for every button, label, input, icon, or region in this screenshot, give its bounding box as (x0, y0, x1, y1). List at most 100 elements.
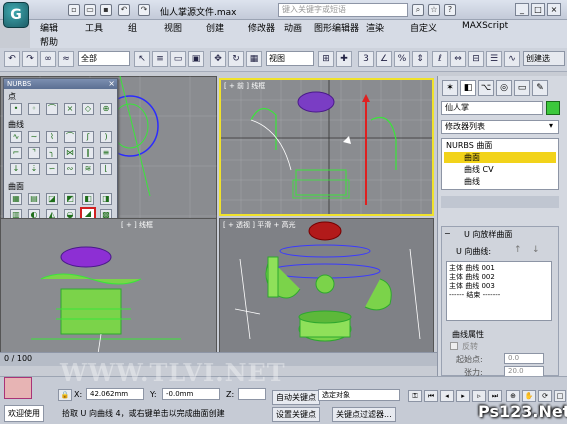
app-logo[interactable]: G (3, 2, 29, 28)
menu-create[interactable]: 创建 (206, 21, 224, 34)
prev-frame-icon[interactable]: ◂ (440, 390, 454, 402)
u-iso-curve-icon[interactable]: ∥ (82, 147, 94, 159)
undo-icon[interactable]: ↶ (4, 51, 20, 67)
percent-snap-icon[interactable]: % (394, 51, 410, 67)
curve-editor-icon[interactable]: ∿ (504, 51, 520, 67)
snap-3d-icon[interactable]: 3 (358, 51, 374, 67)
object-color-swatch[interactable] (546, 101, 560, 115)
normal-proj-curve-icon[interactable]: ↓ (10, 163, 22, 175)
surface-point-icon[interactable]: ◇ (82, 103, 94, 115)
offset-point-icon[interactable]: ◦ (28, 103, 40, 115)
scale-icon[interactable]: ▦ (246, 51, 262, 67)
orbit-icon[interactable]: ⟳ (538, 390, 552, 402)
key-icon[interactable]: ⚿ (408, 390, 422, 402)
surface-offset-curve-icon[interactable]: ≋ (82, 163, 94, 175)
object-name-field[interactable]: 仙人掌 (441, 101, 543, 115)
chamfer-curve-icon[interactable]: ⌝ (28, 147, 40, 159)
select-icon[interactable]: ↖ (134, 51, 150, 67)
point-on-surface-icon[interactable]: ∾ (64, 163, 76, 175)
menu-help[interactable]: 帮助 (40, 35, 58, 48)
stack-item-curve-cv[interactable]: 曲线 CV (464, 164, 494, 175)
stack-item-curve[interactable]: 曲线 (464, 176, 480, 187)
hierarchy-tab-icon[interactable]: ⌥ (478, 80, 494, 96)
angle-snap-icon[interactable]: ∠ (376, 51, 392, 67)
display-tab-icon[interactable]: ▭ (514, 80, 530, 96)
rollout-title[interactable]: U 向放样曲面 (464, 229, 512, 240)
menu-group[interactable]: 组 (128, 21, 137, 34)
vector-proj-curve-icon[interactable]: ⇣ (28, 163, 40, 175)
menu-graph-editors[interactable]: 图形编辑器 (314, 21, 359, 34)
start-point-field[interactable]: 0.0 (504, 353, 544, 364)
play-icon[interactable]: ▸ (456, 390, 470, 402)
menu-tools[interactable]: 工具 (85, 21, 103, 34)
mirror-icon[interactable]: ⇔ (450, 51, 466, 67)
unlink-icon[interactable]: ≈ (58, 51, 74, 67)
surface-edge-curve-icon[interactable]: ⌊ (100, 163, 112, 175)
redo-icon[interactable]: ↷ (22, 51, 38, 67)
reverse-checkbox[interactable] (450, 342, 458, 350)
create-selection-set-field[interactable]: 创建选 (523, 51, 565, 66)
menu-modifiers[interactable]: 修改器 (248, 21, 275, 34)
curve-point-icon[interactable]: ⌒ (46, 103, 58, 115)
minimize-button[interactable]: _ (515, 3, 529, 16)
star-icon[interactable]: ☆ (428, 4, 440, 16)
stack-item-surface[interactable]: 曲面 (464, 152, 480, 163)
menu-maxscript[interactable]: MAXScript (462, 21, 508, 31)
link-icon[interactable]: ∞ (40, 51, 56, 67)
search-icon[interactable]: ⌕ (412, 4, 424, 16)
lock-icon[interactable]: 🔒 (58, 389, 72, 401)
modifier-list-dropdown[interactable]: 修改器列表 (441, 120, 559, 134)
ref-coord-dropdown[interactable]: 视图 (266, 51, 314, 66)
cv-surface-icon[interactable]: ▦ (10, 193, 22, 205)
selection-filter-dropdown[interactable]: 全部 (78, 51, 130, 66)
blend-surface-icon[interactable]: ◩ (64, 193, 76, 205)
cv-curve-icon[interactable]: ∿ (10, 131, 22, 143)
blend-curve-icon[interactable]: ʃ (82, 131, 94, 143)
viewport-bottom-left[interactable]: [ + ] 线框 (0, 218, 217, 366)
open-file-icon[interactable]: ▭ (84, 4, 96, 16)
menu-view[interactable]: 视图 (164, 21, 182, 34)
set-key-button[interactable]: 设置关键点 (272, 407, 320, 422)
window-crossing-icon[interactable]: ▣ (188, 51, 204, 67)
help-icon[interactable]: ? (444, 4, 456, 16)
transform-surface-icon[interactable]: ◪ (46, 193, 58, 205)
frame-counter[interactable]: 0 / 100 (4, 354, 32, 363)
modify-tab-icon[interactable]: ◧ (460, 80, 476, 96)
key-filters-button[interactable]: 关键点过滤器... (332, 407, 396, 422)
rollout-toggle-icon[interactable]: − (444, 229, 451, 238)
y-coord-field[interactable]: -0.0mm (162, 388, 220, 400)
point-surface-icon[interactable]: ▤ (28, 193, 40, 205)
pivot-icon[interactable]: ⊞ (318, 51, 334, 67)
rect-region-icon[interactable]: ▭ (170, 51, 186, 67)
welcome-field[interactable]: 欢迎使用 (4, 405, 44, 422)
redo-icon[interactable]: ↷ (138, 4, 150, 16)
maximize-button[interactable]: □ (531, 3, 545, 16)
go-end-icon[interactable]: ⏭ (488, 390, 502, 402)
motion-tab-icon[interactable]: ◎ (496, 80, 512, 96)
selected-set-dropdown[interactable]: 选定对象 (318, 389, 400, 401)
mirror-surface-icon[interactable]: ◨ (100, 193, 112, 205)
v-iso-curve-icon[interactable]: ≡ (100, 147, 112, 159)
fillet-curve-icon[interactable]: ╮ (46, 147, 58, 159)
z-coord-field[interactable] (238, 388, 266, 400)
pan-icon[interactable]: ✋ (522, 390, 536, 402)
cv-on-surface-icon[interactable]: ∽ (46, 163, 58, 175)
transform-curve-icon[interactable]: ⌒ (64, 131, 76, 143)
rotate-icon[interactable]: ↻ (228, 51, 244, 67)
named-sets-icon[interactable]: ℓ (432, 51, 448, 67)
maxscript-listener-button[interactable] (4, 377, 32, 399)
new-file-icon[interactable]: ▫ (68, 4, 80, 16)
viewport-front[interactable]: [ + 前 ] 线框 (219, 78, 434, 216)
spinner-snap-icon[interactable]: ⇕ (412, 51, 428, 67)
close-button[interactable]: × (547, 3, 561, 16)
arrow-down-icon[interactable]: ↓ (532, 245, 540, 255)
create-tab-icon[interactable]: ✶ (442, 80, 458, 96)
move-icon[interactable]: ✥ (210, 51, 226, 67)
arrow-up-icon[interactable]: ↑ (514, 245, 522, 255)
layer-icon[interactable]: ☰ (486, 51, 502, 67)
viewport-perspective[interactable]: [ + 透视 ] 平滑 + 高光 (219, 218, 434, 366)
offset-surface-icon[interactable]: ◧ (82, 193, 94, 205)
fit-curve-icon[interactable]: ⌇ (46, 131, 58, 143)
menu-rendering[interactable]: 渲染 (366, 21, 384, 34)
surface-curve-point-icon[interactable]: ⊕ (100, 103, 112, 115)
